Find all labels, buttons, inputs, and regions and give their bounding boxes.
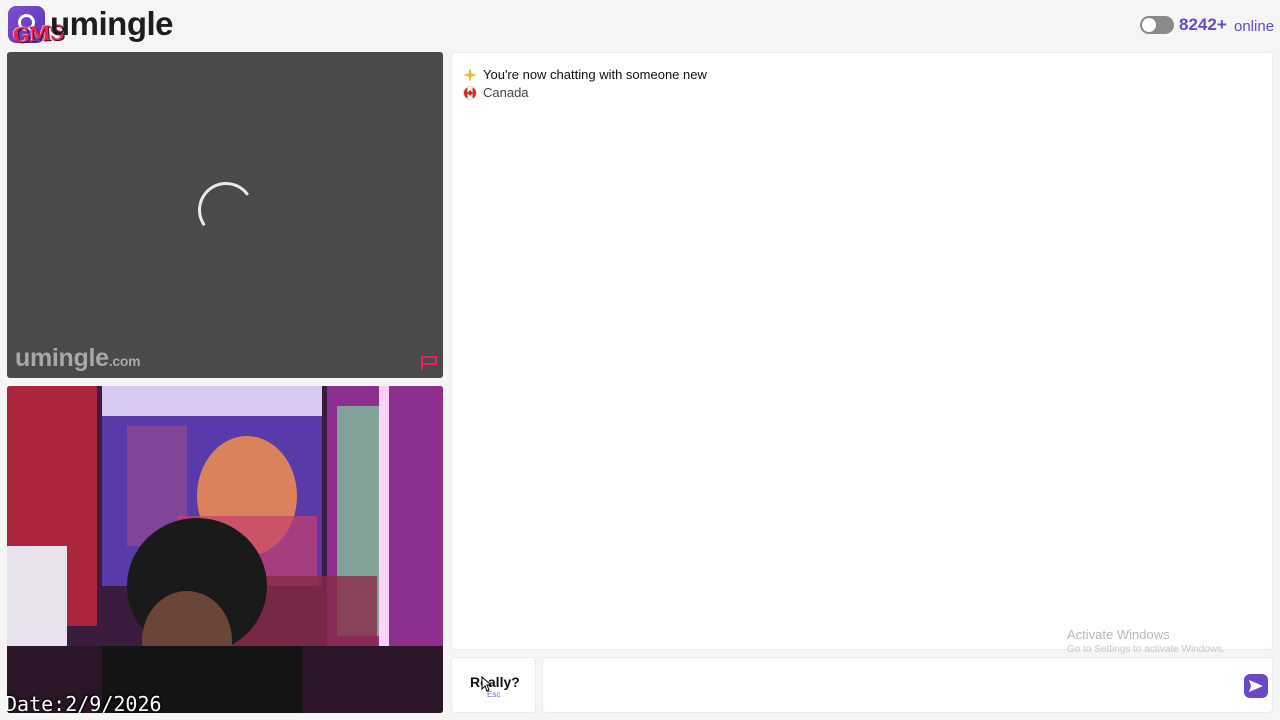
- stranger-video: umingle.com: [7, 52, 443, 378]
- country-line: Canada: [463, 85, 529, 100]
- activate-windows-subtitle: Go to Settings to activate Windows.: [1067, 644, 1225, 655]
- watermark-main: umingle: [15, 344, 109, 372]
- header: GMS umingle 8242+ online: [0, 0, 1280, 50]
- country-text: Canada: [483, 85, 529, 100]
- brand-name[interactable]: umingle: [50, 5, 174, 43]
- send-arrow-icon: [1249, 680, 1263, 692]
- send-button[interactable]: [1244, 674, 1268, 698]
- loading-spinner-icon: [193, 177, 259, 243]
- skip-button[interactable]: Really? Esc: [451, 657, 536, 713]
- sparkle-icon: [463, 67, 477, 82]
- toggle-knob: [1142, 18, 1156, 32]
- chat-panel: You're now chatting with someone new Can…: [451, 52, 1273, 655]
- flag-icon[interactable]: [420, 355, 438, 371]
- skip-button-label: Really?: [470, 674, 520, 690]
- canada-flag-icon: [463, 85, 477, 100]
- video-watermark: umingle.com: [15, 344, 141, 373]
- theme-toggle[interactable]: [1140, 16, 1174, 34]
- self-video-scene: [7, 386, 443, 713]
- online-count: 8242+: [1179, 15, 1227, 34]
- watermark-tld: .com: [108, 353, 141, 369]
- online-label: online: [1234, 18, 1275, 35]
- mouse-cursor-icon: [481, 676, 493, 692]
- self-video: Date:2/9/2026: [7, 386, 443, 713]
- app-root: GMS umingle 8242+ online umingle.com Dat…: [0, 0, 1280, 720]
- date-stamp: Date:2/9/2026: [7, 692, 162, 713]
- status-text: You're now chatting with someone new: [483, 67, 707, 82]
- activate-windows-title: Activate Windows: [1067, 627, 1170, 642]
- status-message: You're now chatting with someone new: [463, 67, 707, 82]
- chat-message-input[interactable]: [542, 657, 1273, 713]
